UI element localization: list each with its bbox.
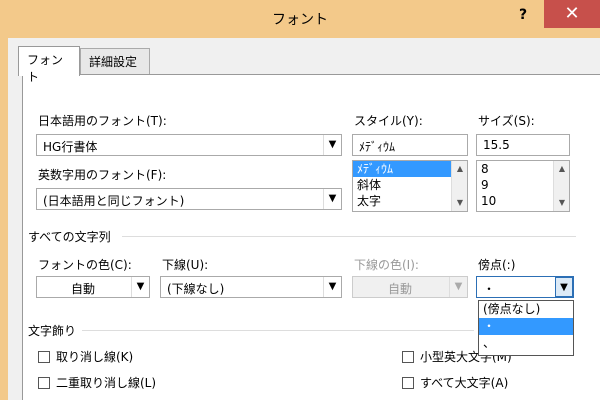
- chevron-down-icon: ▼: [449, 277, 467, 297]
- section-divider: [82, 330, 474, 331]
- tab-advanced[interactable]: 詳細設定: [80, 48, 150, 74]
- font-color-value: 自動: [70, 282, 95, 296]
- font-color-label: フォントの色(C):: [38, 258, 132, 272]
- underline-color-combo: 自動 ▼: [352, 276, 468, 298]
- japanese-font-label: 日本語用のフォント(T):: [38, 114, 167, 128]
- emphasis-option[interactable]: ・: [479, 318, 573, 335]
- underline-color-label: 下線の色(I):: [354, 258, 419, 272]
- size-scrollbar[interactable]: ▲ ▼: [553, 161, 569, 211]
- chevron-down-icon[interactable]: ▼: [323, 277, 341, 297]
- font-dialog: フォント ? ✕ フォント 詳細設定 日本語用のフォント(T): HG行書体 ▼…: [0, 0, 600, 400]
- japanese-font-value: HG行書体: [43, 140, 98, 154]
- underline-label: 下線(U):: [162, 258, 209, 272]
- style-scrollbar[interactable]: ▲ ▼: [451, 161, 467, 211]
- title-bar: フォント ? ✕: [0, 0, 600, 38]
- size-label: サイズ(S):: [478, 114, 535, 128]
- emphasis-combo[interactable]: ・ ▼: [476, 276, 574, 298]
- all-text-section-label: すべての文字列: [28, 230, 111, 244]
- chevron-down-icon[interactable]: ▼: [131, 277, 149, 297]
- scroll-down-icon[interactable]: ▼: [452, 196, 467, 210]
- close-button[interactable]: ✕: [544, 0, 600, 28]
- double-strikethrough-checkbox[interactable]: 二重取り消し線(L): [38, 374, 156, 391]
- style-listbox[interactable]: ﾒﾃﾞｨｳﾑ 斜体 太字 ▲ ▼: [352, 160, 468, 212]
- scroll-up-icon[interactable]: ▲: [452, 162, 467, 176]
- underline-combo[interactable]: (下線なし) ▼: [160, 276, 342, 298]
- japanese-font-combo[interactable]: HG行書体 ▼: [36, 134, 342, 156]
- double-strikethrough-label: 二重取り消し線(L): [56, 376, 157, 390]
- help-button[interactable]: ?: [508, 4, 538, 26]
- chevron-down-icon[interactable]: ▼: [323, 189, 341, 209]
- emphasis-label: 傍点(:): [478, 258, 516, 272]
- emphasis-dropdown-list[interactable]: (傍点なし) ・ 、: [478, 300, 574, 356]
- scroll-down-icon[interactable]: ▼: [554, 196, 569, 210]
- size-input[interactable]: 15.5: [476, 134, 570, 156]
- latin-font-combo[interactable]: (日本語用と同じフォント) ▼: [36, 188, 342, 210]
- latin-font-label: 英数字用のフォント(F):: [38, 168, 167, 182]
- effects-section-label: 文字飾り: [28, 324, 77, 338]
- style-option[interactable]: ﾒﾃﾞｨｳﾑ: [353, 161, 467, 177]
- scroll-up-icon[interactable]: ▲: [554, 162, 569, 176]
- checkbox-box[interactable]: [402, 377, 414, 389]
- all-caps-checkbox[interactable]: すべて大文字(A): [402, 374, 508, 391]
- underline-color-value: 自動: [387, 282, 412, 296]
- style-input[interactable]: ﾒﾃﾞｨｳﾑ: [352, 134, 468, 156]
- checkbox-box[interactable]: [38, 351, 50, 363]
- strikethrough-checkbox[interactable]: 取り消し線(K): [38, 348, 133, 365]
- checkbox-box[interactable]: [38, 377, 50, 389]
- font-color-combo[interactable]: 自動 ▼: [36, 276, 150, 298]
- emphasis-option[interactable]: (傍点なし): [479, 301, 573, 318]
- emphasis-value: ・: [483, 282, 496, 296]
- underline-value: (下線なし): [167, 282, 225, 296]
- chevron-down-icon[interactable]: ▼: [323, 135, 341, 155]
- size-listbox[interactable]: 8 9 10 ▲ ▼: [476, 160, 570, 212]
- latin-font-value: (日本語用と同じフォント): [43, 194, 185, 208]
- chevron-down-icon[interactable]: ▼: [555, 277, 573, 297]
- emphasis-option[interactable]: 、: [479, 335, 573, 352]
- strikethrough-label: 取り消し線(K): [56, 350, 134, 364]
- style-option[interactable]: 太字: [353, 193, 467, 209]
- style-label: スタイル(Y):: [354, 114, 423, 128]
- checkbox-box[interactable]: [402, 351, 414, 363]
- style-option[interactable]: 斜体: [353, 177, 467, 193]
- tab-font[interactable]: フォント: [18, 46, 80, 84]
- section-divider: [122, 236, 576, 237]
- all-caps-label: すべて大文字(A): [420, 376, 509, 390]
